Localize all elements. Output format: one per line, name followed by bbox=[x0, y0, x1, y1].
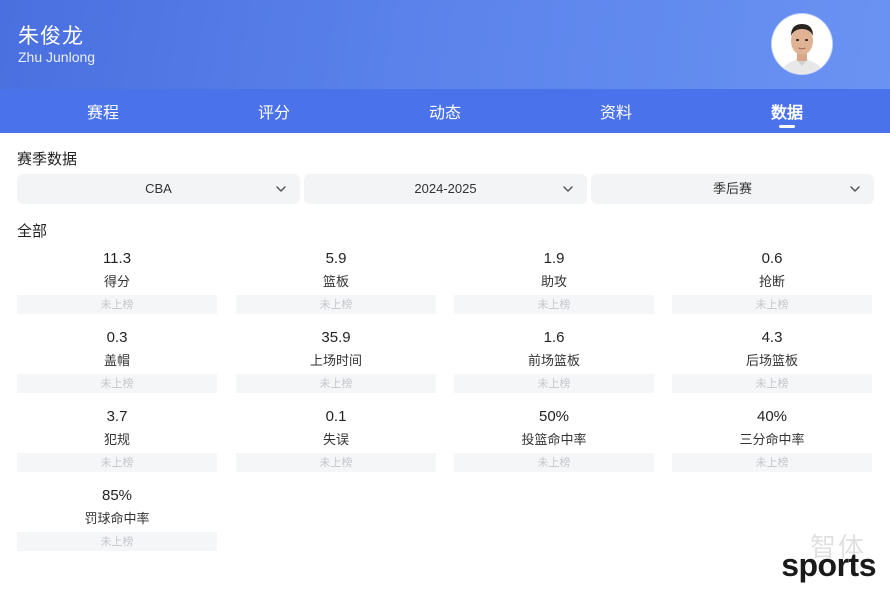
stat-label: 三分命中率 bbox=[739, 433, 805, 448]
stat-item: 11.3 得分未上榜 bbox=[17, 250, 217, 322]
stat-value: 50% bbox=[538, 408, 570, 425]
stat-value: 85% bbox=[101, 487, 133, 504]
stat-label: 上场时间 bbox=[309, 354, 362, 369]
stat-item: 1.9 助攻未上榜 bbox=[454, 250, 654, 322]
stat-rank-badge: 未上榜 bbox=[17, 295, 217, 314]
stat-item: 50% 投篮命中率未上榜 bbox=[454, 408, 654, 480]
sports-watermark: sports bbox=[781, 547, 876, 583]
tab-profile[interactable]: 资料 bbox=[531, 89, 701, 133]
tab-bar: 赛程 评分 动态 资料 数据 bbox=[0, 89, 890, 133]
stat-label: 投篮命中率 bbox=[521, 433, 587, 448]
chevron-down-icon bbox=[563, 186, 573, 192]
tab-label: 资料 bbox=[599, 103, 632, 122]
player-name-english: Zhu Junlong bbox=[18, 49, 96, 65]
stage-select-value: 季后赛 bbox=[712, 181, 752, 196]
stat-value: 4.3 bbox=[761, 329, 783, 346]
stat-label: 得分 bbox=[103, 275, 130, 290]
stat-rank-badge: 未上榜 bbox=[454, 453, 654, 472]
stat-rank-badge: 未上榜 bbox=[236, 453, 436, 472]
stat-rank-badge: 未上榜 bbox=[17, 374, 217, 393]
stat-rank-badge: 未上榜 bbox=[454, 295, 654, 314]
season-section-title: 赛季数据 bbox=[17, 150, 78, 168]
stat-item: 85% 罚球命中率未上榜 bbox=[17, 487, 217, 559]
stat-label: 抢断 bbox=[758, 275, 785, 290]
stat-rank-badge: 未上榜 bbox=[672, 295, 872, 314]
stat-rank-badge: 未上榜 bbox=[236, 295, 436, 314]
tab-rating[interactable]: 评分 bbox=[189, 89, 359, 133]
stat-label: 前场篮板 bbox=[527, 354, 580, 369]
league-select-value: CBA bbox=[145, 181, 172, 196]
stat-item: 0.3 盖帽未上榜 bbox=[17, 329, 217, 401]
stat-rank-badge: 未上榜 bbox=[672, 374, 872, 393]
stats-section-title: 全部 bbox=[17, 222, 48, 240]
chevron-down-icon bbox=[276, 186, 286, 192]
league-select[interactable]: CBA bbox=[17, 174, 300, 204]
stat-rank-badge: 未上榜 bbox=[236, 374, 436, 393]
stage-select[interactable]: 季后赛 bbox=[591, 174, 874, 204]
stat-label: 助攻 bbox=[540, 275, 567, 290]
tab-data[interactable]: 数据 bbox=[702, 89, 872, 133]
stat-value: 11.3 bbox=[102, 250, 132, 267]
stat-value: 1.6 bbox=[543, 329, 565, 346]
stat-value: 40% bbox=[756, 408, 788, 425]
active-tab-indicator bbox=[779, 125, 795, 128]
stat-value: 5.9 bbox=[325, 250, 347, 267]
stat-label: 罚球命中率 bbox=[84, 512, 150, 527]
stat-rank-badge: 未上榜 bbox=[17, 532, 217, 551]
player-stats-page: 朱俊龙 Zhu Junlong 赛程 评分 动态 资料 数据 赛季数据 CBA … bbox=[0, 0, 890, 592]
stat-value: 0.3 bbox=[106, 329, 128, 346]
tab-label: 评分 bbox=[257, 103, 290, 122]
tab-news[interactable]: 动态 bbox=[360, 89, 530, 133]
stat-value: 0.6 bbox=[761, 250, 783, 267]
tab-label: 赛程 bbox=[86, 103, 119, 122]
stat-rank-badge: 未上榜 bbox=[672, 453, 872, 472]
stat-label: 盖帽 bbox=[103, 354, 130, 369]
stat-rank-badge: 未上榜 bbox=[454, 374, 654, 393]
stat-label: 失误 bbox=[322, 433, 349, 448]
player-name: 朱俊龙 bbox=[18, 24, 84, 48]
tab-label: 动态 bbox=[428, 103, 461, 122]
player-avatar[interactable] bbox=[772, 14, 832, 74]
stat-value: 0.1 bbox=[325, 408, 347, 425]
tab-label: 数据 bbox=[770, 103, 803, 122]
stat-item: 4.3 后场篮板未上榜 bbox=[672, 329, 872, 401]
stat-item: 0.6 抢断未上榜 bbox=[672, 250, 872, 322]
stat-item: 5.9 篮板未上榜 bbox=[236, 250, 436, 322]
stat-rank-badge: 未上榜 bbox=[17, 453, 217, 472]
stat-label: 篮板 bbox=[322, 275, 349, 290]
stat-item: 35.9 上场时间未上榜 bbox=[236, 329, 436, 401]
stat-label: 后场篮板 bbox=[745, 354, 798, 369]
stat-label: 犯规 bbox=[103, 433, 130, 448]
stat-value: 35.9 bbox=[321, 329, 351, 346]
stat-value: 3.7 bbox=[106, 408, 128, 425]
stat-value: 1.9 bbox=[543, 250, 565, 267]
chevron-down-icon bbox=[850, 186, 860, 192]
stat-item: 0.1 失误未上榜 bbox=[236, 408, 436, 480]
season-select-value: 2024-2025 bbox=[414, 181, 477, 196]
player-photo-icon bbox=[772, 14, 832, 74]
stat-item: 40% 三分命中率未上榜 bbox=[672, 408, 872, 480]
season-select[interactable]: 2024-2025 bbox=[304, 174, 587, 204]
stat-item: 1.6 前场篮板未上榜 bbox=[454, 329, 654, 401]
tab-schedule[interactable]: 赛程 bbox=[18, 89, 188, 133]
player-header: 朱俊龙 Zhu Junlong 赛程 评分 动态 资料 数据 bbox=[0, 0, 890, 133]
stat-item: 3.7 犯规未上榜 bbox=[17, 408, 217, 480]
